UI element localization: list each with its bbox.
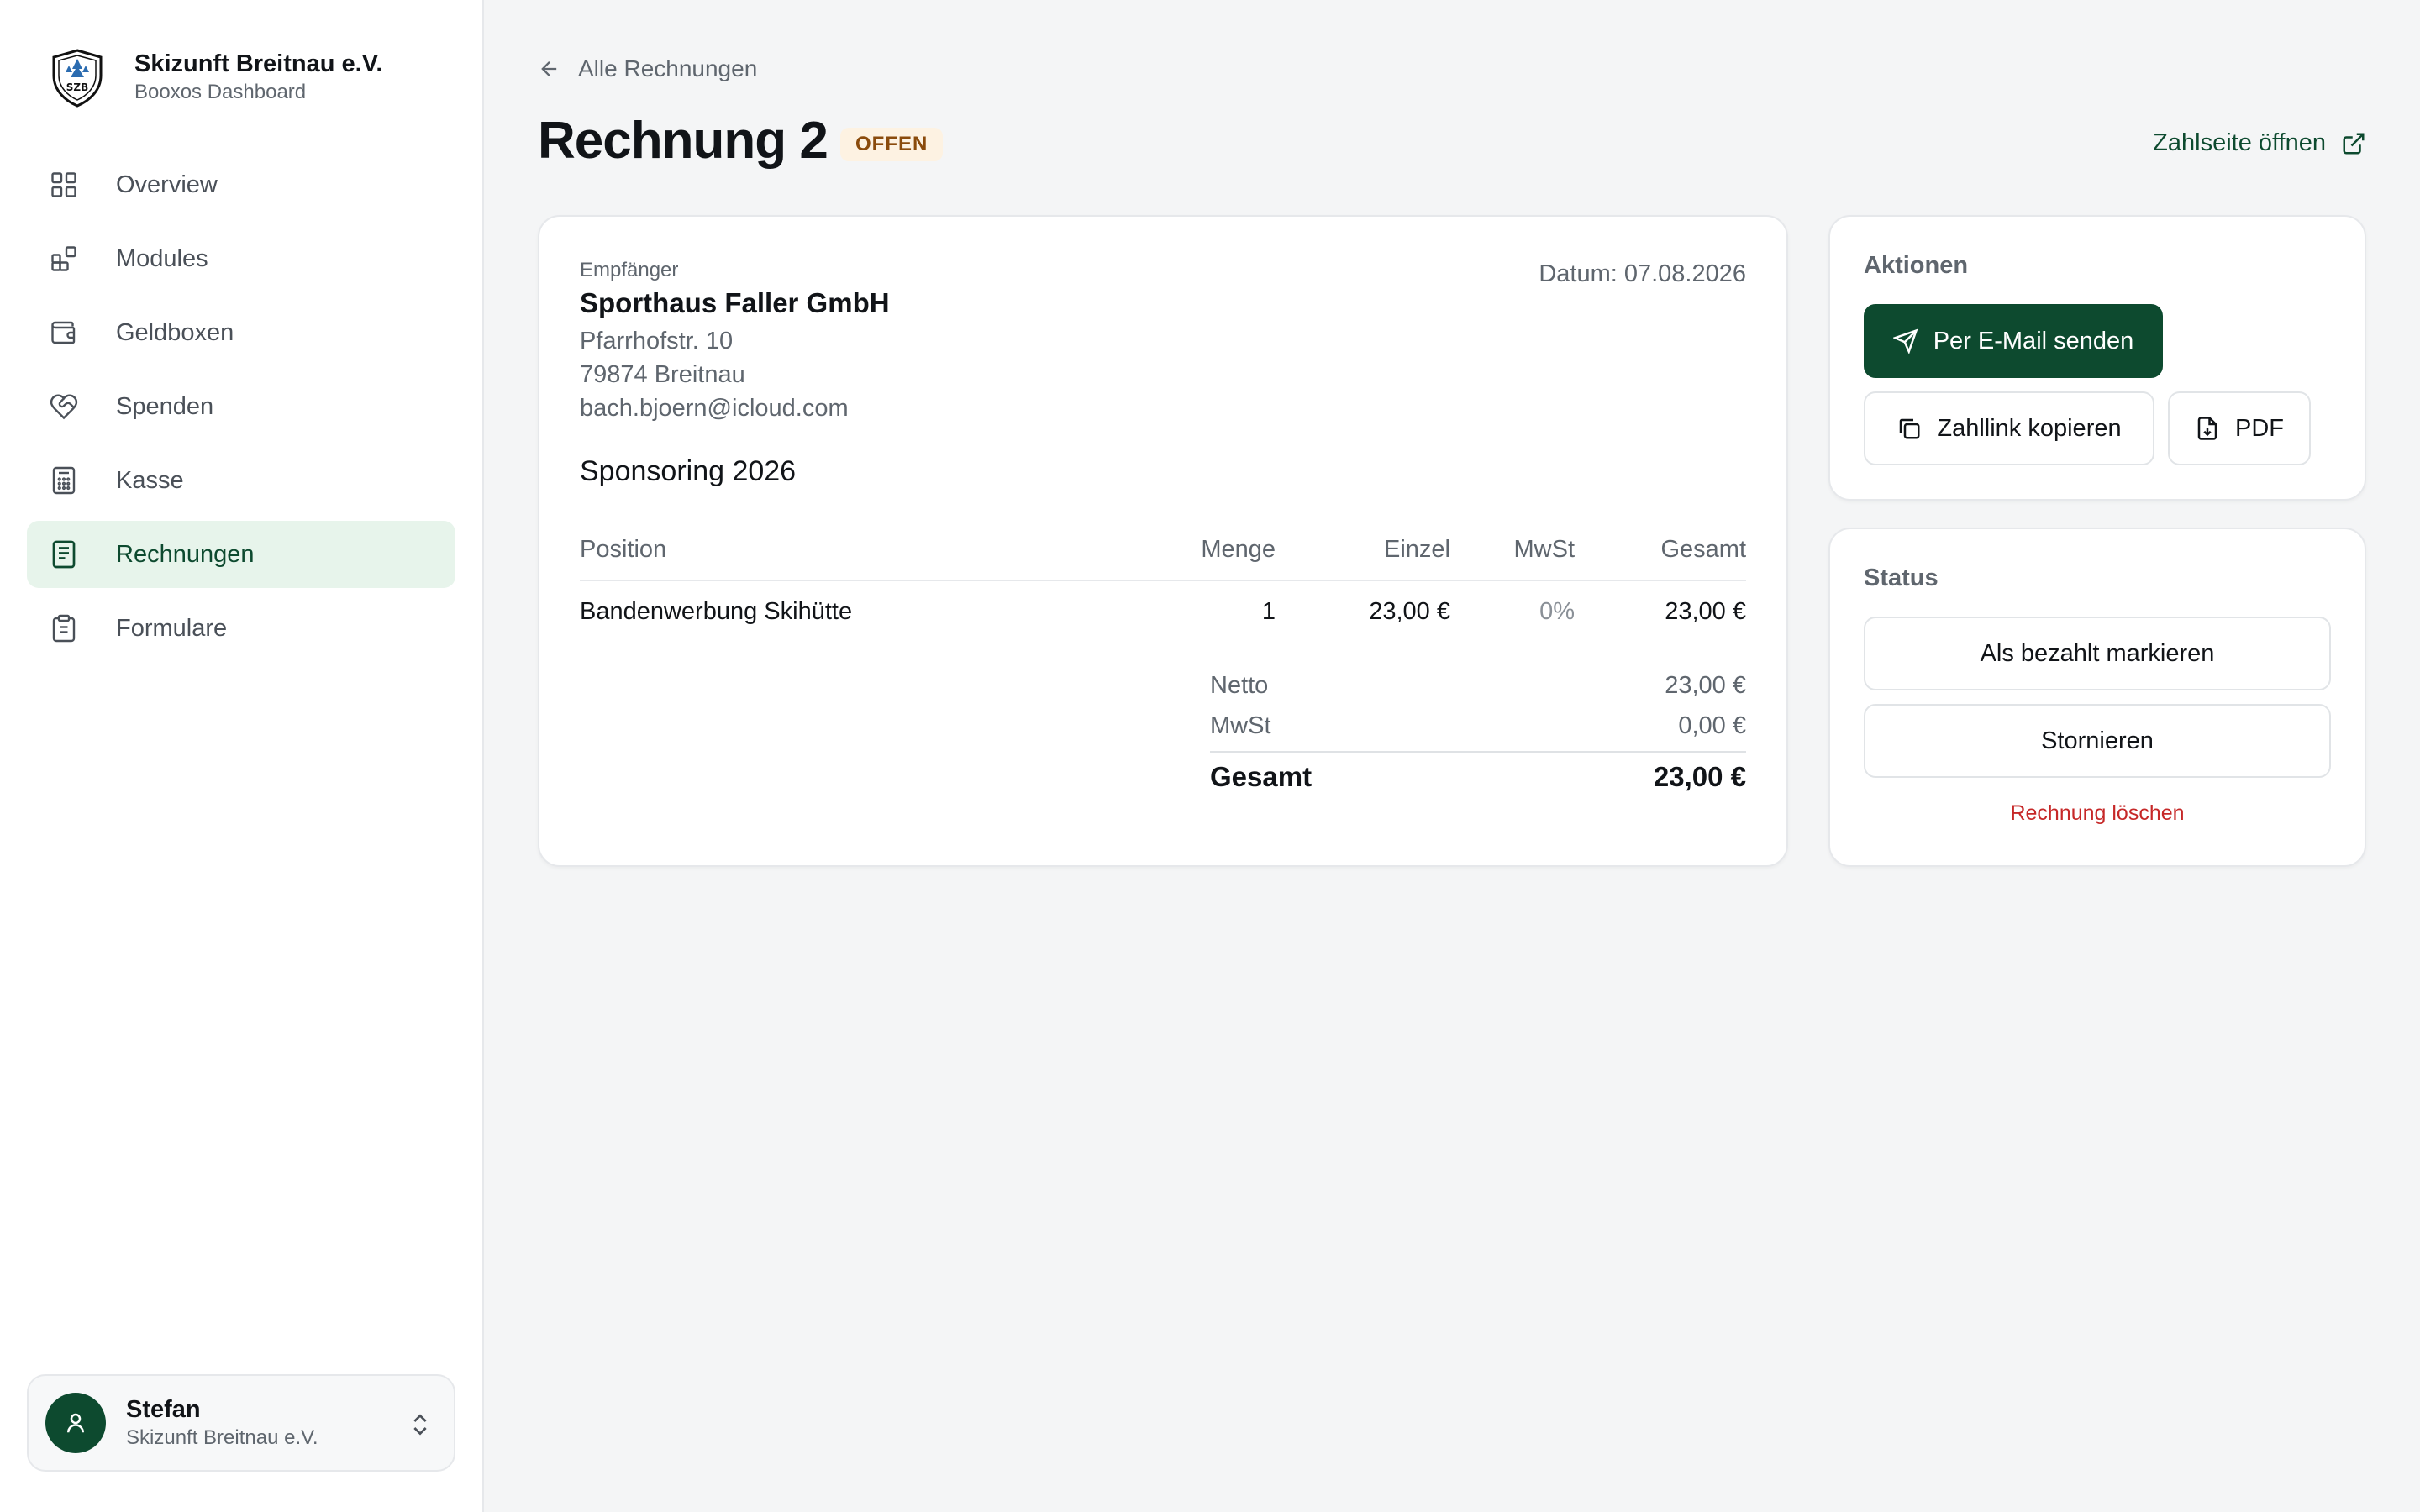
cancel-invoice-button[interactable]: Stornieren [1864, 704, 2331, 778]
pdf-label: PDF [2235, 414, 2284, 442]
actions-card: Aktionen Per E-Mail senden Zahllink kopi… [1828, 215, 2366, 501]
modules-icon [47, 242, 81, 276]
column-header-position: Position [580, 536, 667, 563]
column-header-total: Gesamt [1660, 536, 1746, 563]
chevrons-up-down-icon[interactable] [407, 1410, 434, 1440]
svg-text:SZB: SZB [66, 81, 89, 93]
user-icon [67, 1413, 84, 1433]
row-vat: 0% [1539, 598, 1575, 625]
recipient-city: 79874 Breitnau [580, 361, 745, 388]
net-value: 23,00 € [1665, 672, 1746, 699]
back-link-label: Alle Rechnungen [578, 55, 758, 81]
open-payment-page-link[interactable]: Zahlseite öffnen [2153, 129, 2366, 157]
club-logo: SZB [52, 49, 103, 108]
payment-link-label: Zahlseite öffnen [2153, 129, 2326, 156]
status-card: Status Als bezahlt markieren Stornieren … [1828, 528, 2366, 867]
table-divider [580, 580, 1746, 581]
invoice-card: Empfänger Sporthaus Faller GmbH Pfarrhof… [538, 215, 1788, 867]
org-name: Skizunft Breitnau e.V. [134, 50, 383, 77]
back-link[interactable]: Alle Rechnungen [538, 55, 757, 82]
sidebar-item-label: Geldboxen [116, 318, 234, 346]
pdf-button[interactable]: PDF [2168, 391, 2311, 465]
invoice-date: Datum: 07.08.2026 [1539, 260, 1746, 287]
send-icon [1892, 328, 1918, 354]
sidebar-item-rechnungen[interactable]: Rechnungen [27, 521, 455, 588]
sidebar-item-kasse[interactable]: Kasse [27, 447, 455, 514]
user-name: Stefan [126, 1396, 201, 1423]
net-label: Netto [1210, 672, 1269, 699]
column-header-vat: MwSt [1513, 536, 1576, 563]
avatar [45, 1393, 106, 1453]
send-email-button[interactable]: Per E-Mail senden [1864, 304, 2163, 378]
external-link-icon [2343, 133, 2365, 154]
org-subtitle: Booxos Dashboard [134, 81, 307, 103]
copy-payment-link-button[interactable]: Zahllink kopieren [1864, 391, 2154, 465]
sidebar-item-formulare[interactable]: Formulare [27, 595, 455, 662]
recipient-name: Sporthaus Faller GmbH [580, 287, 890, 318]
vat-value: 0,00 € [1678, 712, 1746, 739]
recipient-email: bach.bjoern@icloud.com [580, 395, 849, 422]
receipt-icon [47, 538, 81, 571]
column-header-unit: Einzel [1384, 536, 1450, 563]
user-menu[interactable]: Stefan Skizunft Breitnau e.V. [27, 1374, 455, 1472]
sidebar-item-label: Kasse [116, 466, 184, 494]
sidebar-item-modules[interactable]: Modules [27, 225, 455, 292]
gross-value: 23,00 € [1653, 761, 1746, 792]
copy-icon [1900, 418, 1920, 439]
sidebar-item-geldboxen[interactable]: Geldboxen [27, 299, 455, 366]
recipient-label: Empfänger [580, 259, 679, 281]
mark-paid-button[interactable]: Als bezahlt markieren [1864, 617, 2331, 690]
sidebar-item-label: Spenden [116, 392, 214, 420]
arrow-left-icon [541, 61, 557, 76]
send-email-label: Per E-Mail senden [1933, 327, 2134, 354]
row-qty: 1 [1261, 598, 1276, 625]
sidebar-item-overview[interactable]: Overview [27, 151, 455, 218]
sidebar-item-label: Formulare [116, 614, 228, 642]
clipboard-icon [47, 612, 81, 645]
grid-icon [47, 168, 81, 202]
calculator-icon [47, 464, 81, 497]
column-header-qty: Menge [1201, 536, 1276, 563]
copy-link-label: Zahllink kopieren [1937, 414, 2122, 442]
sidebar: SZB Skizunft Breitnau e.V. Booxos Dashbo… [0, 0, 484, 1512]
row-total: 23,00 € [1665, 598, 1746, 625]
file-download-icon [2197, 417, 2217, 440]
delete-invoice-link[interactable]: Rechnung löschen [1830, 801, 2365, 826]
sidebar-item-spenden[interactable]: Spenden [27, 373, 455, 440]
heart-handshake-icon [47, 390, 81, 423]
user-org: Skizunft Breitnau e.V. [126, 1426, 318, 1449]
sidebar-item-label: Modules [116, 244, 208, 272]
page-title: Rechnung 2 [538, 112, 829, 170]
status-badge: OFFEN [840, 128, 944, 161]
sidebar-item-label: Overview [116, 171, 218, 198]
totals-divider [1210, 751, 1746, 753]
sidebar-nav: Overview Modules Geldboxen Spenden Kasse [27, 151, 455, 669]
brand[interactable]: SZB Skizunft Breitnau e.V. Booxos Dashbo… [47, 47, 382, 108]
actions-title: Aktionen [1864, 252, 1969, 279]
wallet-icon [47, 316, 81, 349]
row-unit-price: 23,00 € [1369, 598, 1450, 625]
vat-label: MwSt [1210, 712, 1271, 739]
invoice-subject: Sponsoring 2026 [580, 455, 797, 487]
status-title: Status [1864, 564, 1939, 591]
row-position: Bandenwerbung Skihütte [580, 598, 853, 625]
gross-label: Gesamt [1210, 761, 1313, 792]
recipient-street: Pfarrhofstr. 10 [580, 328, 734, 354]
sidebar-item-label: Rechnungen [116, 540, 255, 568]
